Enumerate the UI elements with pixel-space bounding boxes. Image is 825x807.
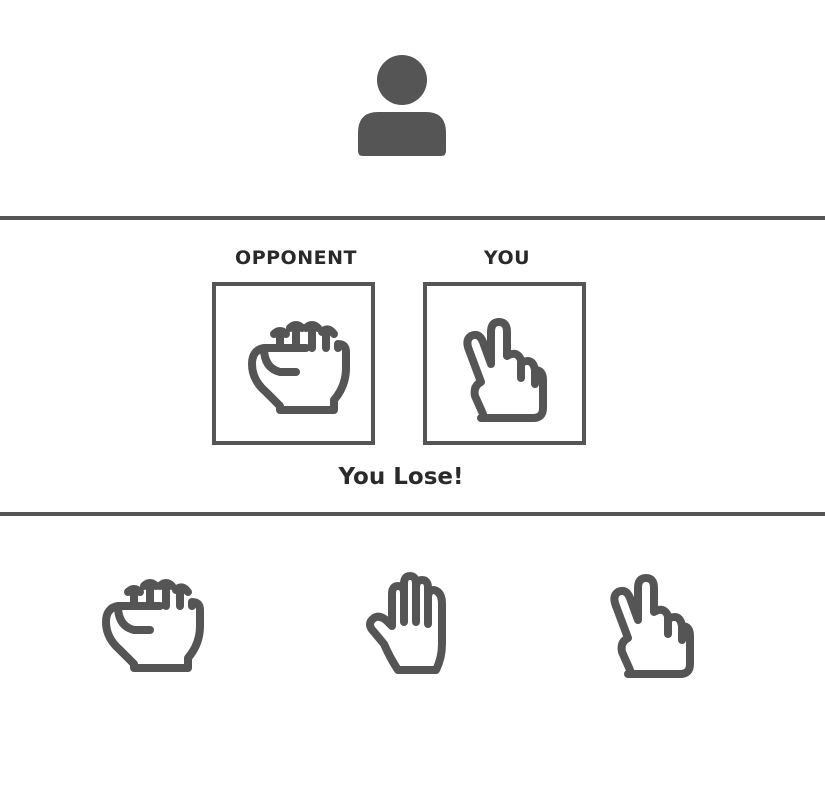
- user-icon: [358, 55, 446, 156]
- result-message: You Lose!: [338, 464, 464, 490]
- bottom-divider: [0, 512, 825, 516]
- scissors-hand-icon: [610, 574, 694, 678]
- paper-hand-icon: [366, 572, 446, 674]
- player-avatar: [356, 55, 448, 159]
- top-divider: [0, 216, 825, 220]
- scissors-choice-button[interactable]: [610, 574, 706, 678]
- your-choice-box: [423, 282, 586, 445]
- opponent-label: OPPONENT: [235, 247, 357, 269]
- paper-choice-button[interactable]: [362, 572, 458, 678]
- opponent-choice-box: [212, 282, 375, 445]
- rock-choice-button[interactable]: [100, 578, 208, 674]
- scissors-hand-icon: [463, 318, 547, 422]
- rock-hand-icon: [248, 321, 350, 414]
- rock-hand-icon: [102, 579, 204, 672]
- you-label: YOU: [483, 247, 531, 269]
